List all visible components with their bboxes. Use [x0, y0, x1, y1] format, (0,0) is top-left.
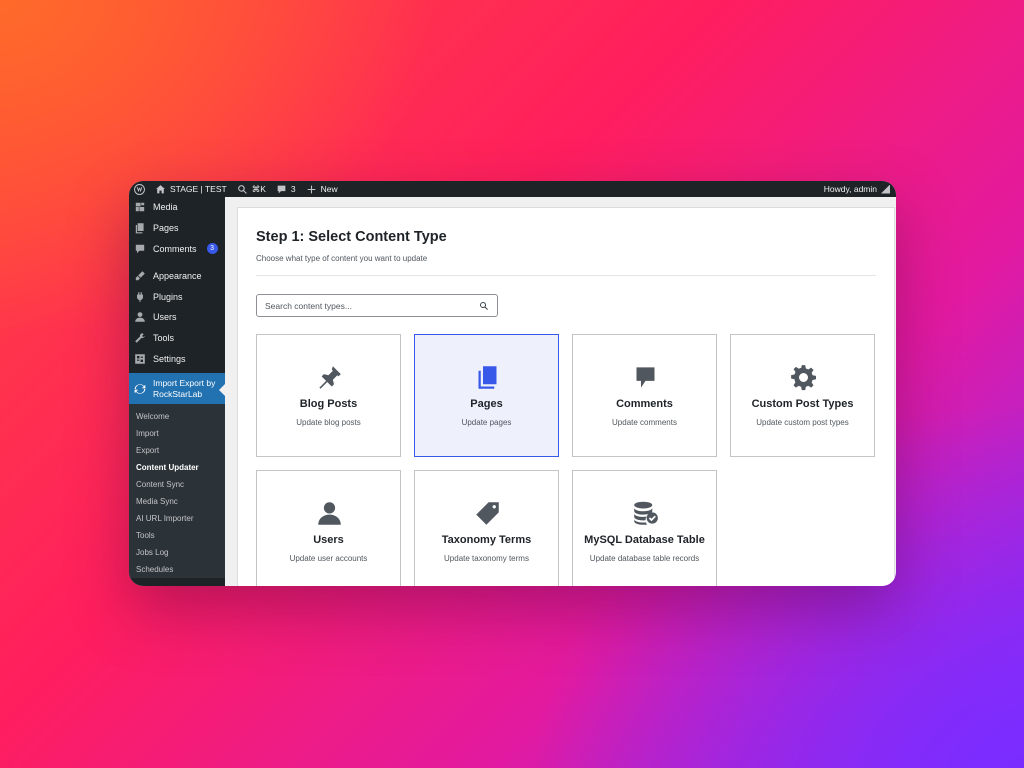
new-label: New	[320, 184, 338, 194]
submenu-item-tools[interactable]: Tools	[129, 527, 225, 544]
tag-icon	[476, 502, 499, 525]
card-description: Update comments	[612, 418, 677, 427]
sync-icon	[134, 384, 146, 394]
sidebar-item-label: Media	[153, 202, 178, 213]
sidebar-item-comments[interactable]: Comments 3	[129, 239, 225, 260]
sidebar-item-plugins[interactable]: Plugins	[129, 286, 225, 307]
search-icon[interactable]	[479, 301, 489, 311]
tools-icon	[135, 333, 145, 343]
card-title: Comments	[616, 398, 673, 410]
pages-icon	[478, 366, 497, 389]
submenu-item-export[interactable]: Export	[129, 442, 225, 459]
sidebar-item-users[interactable]: Users	[129, 307, 225, 328]
sidebar-item-label: Users	[153, 312, 177, 323]
sidebar-item-label: Import Export by RockStarLab	[153, 378, 215, 400]
card-custom-post-types[interactable]: Custom Post Types Update custom post typ…	[730, 334, 875, 457]
comments-icon	[135, 244, 145, 254]
active-label-line2: RockStarLab	[153, 388, 203, 399]
browser-window: STAGE | TEST ⌘K 3 New Howdy, admin Media…	[129, 181, 896, 586]
card-description: Update blog posts	[296, 418, 361, 427]
gear-icon	[791, 365, 816, 391]
card-title: Pages	[470, 398, 503, 410]
card-blog-posts[interactable]: Blog Posts Update blog posts	[256, 334, 401, 457]
card-comments[interactable]: Comments Update comments	[572, 334, 717, 457]
sidebar-item-appearance[interactable]: Appearance	[129, 265, 225, 286]
submenu-item-content-sync[interactable]: Content Sync	[129, 476, 225, 493]
sidebar-item-label: Tools	[153, 333, 175, 344]
avatar	[881, 184, 890, 194]
comments-count: 3	[290, 184, 296, 194]
page-title: Step 1: Select Content Type	[256, 229, 447, 245]
sidebar-item-label: Comments	[153, 243, 197, 254]
site-name: STAGE | TEST	[170, 184, 227, 194]
submenu-item-import[interactable]: Import	[129, 425, 225, 442]
database-icon	[634, 501, 658, 525]
sidebar-item-import-export[interactable]: Import Export by RockStarLab	[129, 373, 225, 405]
search-icon	[237, 184, 247, 194]
card-description: Update user accounts	[289, 554, 368, 563]
search-input[interactable]	[265, 300, 479, 311]
submenu-item-schedules[interactable]: Schedules	[129, 561, 225, 578]
card-title: Taxonomy Terms	[441, 534, 532, 546]
search-shortcut: ⌘K	[251, 183, 266, 194]
submenu-item-media-sync[interactable]: Media Sync	[129, 493, 225, 510]
sidebar-item-media[interactable]: Media	[129, 197, 225, 218]
card-description: Update custom post types	[756, 418, 849, 427]
sidebar-item-label: Settings	[153, 353, 186, 364]
user-account-menu[interactable]: Howdy, admin	[824, 184, 896, 194]
card-taxonomy-terms[interactable]: Taxonomy Terms Update taxonomy terms	[414, 470, 559, 586]
submenu-item-jobs-log[interactable]: Jobs Log	[129, 544, 225, 561]
card-description: Update database table records	[589, 554, 700, 563]
sidebar-item-label: Plugins	[153, 291, 183, 302]
import-export-submenu: Welcome Import Export Content Updater Co…	[129, 404, 225, 579]
wordpress-logo[interactable]	[129, 181, 150, 197]
card-description: Update taxonomy terms	[444, 554, 529, 563]
active-label-line1: Import Export by	[153, 377, 216, 388]
user-icon	[318, 502, 341, 525]
sidebar-item-label: Appearance	[153, 270, 202, 281]
appearance-icon	[135, 270, 145, 280]
card-pages[interactable]: Pages Update pages	[414, 334, 559, 457]
search-box	[256, 294, 498, 317]
sidebar-item-settings[interactable]: Settings	[129, 349, 225, 370]
submenu-item-ai-url-importer[interactable]: AI URL Importer	[129, 510, 225, 527]
comments-badge: 3	[206, 243, 218, 255]
card-mysql-database-table[interactable]: MySQL Database Table Update database tab…	[572, 470, 717, 586]
plugins-icon	[137, 291, 143, 302]
card-title: MySQL Database Table	[584, 534, 705, 546]
admin-bar: STAGE | TEST ⌘K 3 New Howdy, admin	[129, 181, 896, 197]
home-icon	[156, 184, 165, 193]
admin-sidebar: Media Pages Comments 3 Appearance Plugin…	[129, 197, 225, 586]
page-subtitle: Choose what type of content you want to …	[256, 254, 428, 263]
greeting: Howdy, admin	[823, 184, 877, 194]
content-type-panel: Step 1: Select Content Type Choose what …	[237, 207, 895, 586]
media-icon	[135, 203, 145, 212]
submenu-item-welcome[interactable]: Welcome	[129, 408, 225, 425]
site-name-link[interactable]: STAGE | TEST	[150, 181, 232, 197]
pin-icon	[319, 366, 341, 389]
card-title: Users	[313, 534, 344, 546]
settings-icon	[135, 354, 145, 364]
card-title: Blog Posts	[299, 398, 358, 410]
command-palette-button[interactable]: ⌘K	[232, 181, 271, 197]
comment-icon	[636, 367, 655, 388]
sidebar-item-pages[interactable]: Pages	[129, 218, 225, 239]
users-icon	[135, 312, 145, 323]
plus-icon	[307, 185, 315, 193]
new-content-button[interactable]: New	[301, 181, 343, 197]
pages-icon	[135, 223, 144, 234]
submenu-item-content-updater[interactable]: Content Updater	[129, 459, 225, 476]
comments-link[interactable]: 3	[271, 181, 301, 197]
divider	[256, 275, 876, 276]
card-users[interactable]: Users Update user accounts	[256, 470, 401, 586]
card-title: Custom Post Types	[751, 398, 854, 410]
card-description: Update pages	[461, 418, 512, 427]
wordpress-icon	[134, 183, 145, 195]
sidebar-item-label: Pages	[153, 223, 179, 234]
sidebar-item-tools[interactable]: Tools	[129, 328, 225, 349]
comment-icon	[277, 185, 286, 193]
